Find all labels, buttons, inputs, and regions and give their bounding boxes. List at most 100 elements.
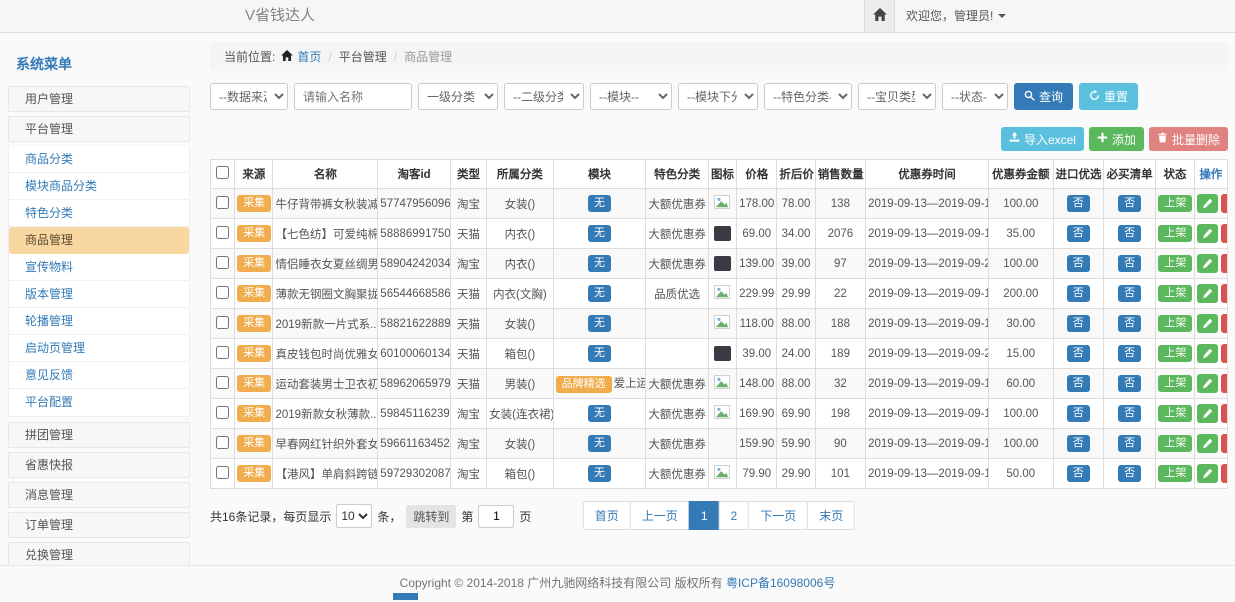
edit-button[interactable] (1197, 284, 1218, 303)
must-buy-toggle-badge[interactable]: 否 (1118, 195, 1141, 212)
filter-select-category-l2[interactable]: --二级分类-- (504, 83, 584, 110)
must-buy-toggle-badge[interactable]: 否 (1118, 315, 1141, 332)
must-buy-toggle-badge[interactable]: 否 (1118, 405, 1141, 422)
jump-page-input[interactable] (478, 505, 514, 528)
delete-button[interactable] (1221, 344, 1228, 363)
status-badge[interactable]: 上架 (1158, 375, 1192, 392)
filter-select-source[interactable]: --数据来源-- (210, 83, 288, 110)
breadcrumb-home-link[interactable]: 首页 (297, 48, 321, 65)
sidebar-group-4[interactable]: 消息管理 (8, 482, 190, 508)
pager-button-3[interactable]: 2 (719, 501, 750, 530)
name-search-input[interactable] (294, 83, 412, 110)
status-badge[interactable]: 上架 (1158, 315, 1192, 332)
edit-button[interactable] (1197, 344, 1218, 363)
delete-button[interactable] (1221, 284, 1228, 303)
sidebar-item-4[interactable]: 宣传物料 (9, 254, 189, 281)
edit-button[interactable] (1197, 194, 1218, 213)
filter-select-module-sub[interactable]: --模块下分类-- (678, 83, 758, 110)
delete-button[interactable] (1221, 464, 1228, 483)
import-toggle-badge[interactable]: 否 (1067, 225, 1090, 242)
delete-button[interactable] (1221, 194, 1228, 213)
filter-select-status[interactable]: --状态-- (942, 83, 1008, 110)
icp-link[interactable]: 粤ICP备16098006号 (726, 576, 835, 590)
status-badge[interactable]: 上架 (1158, 345, 1192, 362)
import-toggle-badge[interactable]: 否 (1067, 285, 1090, 302)
row-checkbox[interactable] (216, 406, 229, 419)
edit-button[interactable] (1197, 404, 1218, 423)
delete-button[interactable] (1221, 314, 1228, 333)
filter-select-module[interactable]: --模块-- (590, 83, 672, 110)
sidebar-group-2[interactable]: 拼团管理 (8, 422, 190, 448)
pager-button-5[interactable]: 末页 (807, 501, 855, 530)
must-buy-toggle-badge[interactable]: 否 (1118, 465, 1141, 482)
sidebar-group-0[interactable]: 用户管理 (8, 86, 190, 112)
import-toggle-badge[interactable]: 否 (1067, 195, 1090, 212)
filter-select-category-l1[interactable]: 一级分类 (418, 83, 498, 110)
row-checkbox[interactable] (216, 226, 229, 239)
import-toggle-badge[interactable]: 否 (1067, 375, 1090, 392)
status-badge[interactable]: 上架 (1158, 225, 1192, 242)
pager-button-1[interactable]: 上一页 (630, 501, 690, 530)
import-toggle-badge[interactable]: 否 (1067, 465, 1090, 482)
must-buy-toggle-badge[interactable]: 否 (1118, 345, 1141, 362)
edit-button[interactable] (1197, 254, 1218, 273)
user-menu[interactable]: 欢迎您，管理员! (906, 0, 1006, 32)
import-toggle-badge[interactable]: 否 (1067, 435, 1090, 452)
sidebar-item-9[interactable]: 平台配置 (9, 389, 189, 416)
jump-button[interactable]: 跳转到 (406, 505, 456, 528)
sidebar-group-5[interactable]: 订单管理 (8, 512, 190, 538)
query-button[interactable]: 查询 (1014, 83, 1073, 110)
sidebar-item-1[interactable]: 模块商品分类 (9, 173, 189, 200)
import-toggle-badge[interactable]: 否 (1067, 315, 1090, 332)
delete-button[interactable] (1221, 254, 1228, 273)
import-excel-button[interactable]: 导入excel (1001, 127, 1084, 151)
delete-button[interactable] (1221, 404, 1228, 423)
row-checkbox[interactable] (216, 316, 229, 329)
filter-select-item-type[interactable]: --宝贝类型-- (858, 83, 936, 110)
edit-button[interactable] (1197, 464, 1218, 483)
row-checkbox[interactable] (216, 196, 229, 209)
status-badge[interactable]: 上架 (1158, 435, 1192, 452)
import-toggle-badge[interactable]: 否 (1067, 345, 1090, 362)
delete-button[interactable] (1221, 224, 1228, 243)
row-checkbox[interactable] (216, 466, 229, 479)
status-badge[interactable]: 上架 (1158, 195, 1192, 212)
pager-button-4[interactable]: 下一页 (748, 501, 808, 530)
sidebar-item-6[interactable]: 轮播管理 (9, 308, 189, 335)
row-checkbox[interactable] (216, 376, 229, 389)
filter-select-feature-category[interactable]: --特色分类-- (764, 83, 852, 110)
row-checkbox[interactable] (216, 436, 229, 449)
reset-button[interactable]: 重置 (1079, 83, 1138, 110)
edit-button[interactable] (1197, 434, 1218, 453)
status-badge[interactable]: 上架 (1158, 285, 1192, 302)
sidebar-group-3[interactable]: 省惠快报 (8, 452, 190, 478)
row-checkbox[interactable] (216, 256, 229, 269)
status-badge[interactable]: 上架 (1158, 255, 1192, 272)
status-badge[interactable]: 上架 (1158, 465, 1192, 482)
import-toggle-badge[interactable]: 否 (1067, 405, 1090, 422)
pager-button-2[interactable]: 1 (689, 501, 720, 530)
must-buy-toggle-badge[interactable]: 否 (1118, 255, 1141, 272)
edit-button[interactable] (1197, 374, 1218, 393)
must-buy-toggle-badge[interactable]: 否 (1118, 375, 1141, 392)
delete-button[interactable] (1221, 374, 1228, 393)
edit-button[interactable] (1197, 224, 1218, 243)
sidebar-item-3[interactable]: 商品管理 (9, 227, 189, 254)
per-page-select[interactable]: 10 (336, 504, 372, 528)
must-buy-toggle-badge[interactable]: 否 (1118, 435, 1141, 452)
import-toggle-badge[interactable]: 否 (1067, 255, 1090, 272)
row-checkbox[interactable] (216, 286, 229, 299)
add-button[interactable]: 添加 (1089, 127, 1144, 151)
sidebar-group-1[interactable]: 平台管理 (8, 116, 190, 142)
sidebar-item-5[interactable]: 版本管理 (9, 281, 189, 308)
status-badge[interactable]: 上架 (1158, 405, 1192, 422)
must-buy-toggle-badge[interactable]: 否 (1118, 225, 1141, 242)
row-checkbox[interactable] (216, 346, 229, 359)
pager-button-0[interactable]: 首页 (583, 501, 631, 530)
select-all-checkbox[interactable] (216, 166, 229, 179)
must-buy-toggle-badge[interactable]: 否 (1118, 285, 1141, 302)
sidebar-item-2[interactable]: 特色分类 (9, 200, 189, 227)
sidebar-item-8[interactable]: 意见反馈 (9, 362, 189, 389)
home-button[interactable] (864, 0, 895, 32)
edit-button[interactable] (1197, 314, 1218, 333)
